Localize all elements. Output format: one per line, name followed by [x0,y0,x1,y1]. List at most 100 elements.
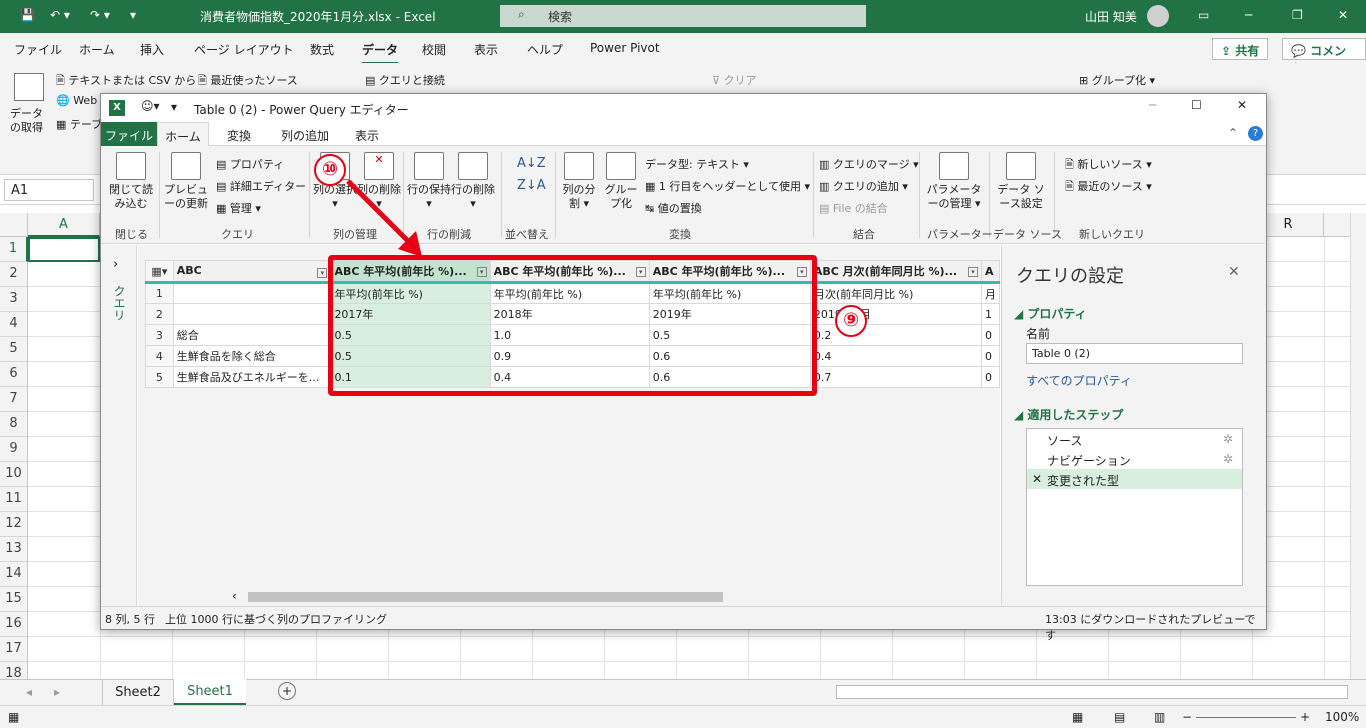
properties-button[interactable]: ▤ プロパティ [216,156,284,172]
pq-tab-transform[interactable]: 変換 [227,127,251,144]
menu-page-layout[interactable]: ページ レイアウト [194,41,294,58]
table-cell[interactable] [172,282,332,304]
select-all[interactable] [0,213,28,237]
table-cell[interactable]: 0 [980,324,1001,346]
group-button[interactable]: ⊞ グループ化 ▾ [1079,72,1155,88]
undo-icon[interactable]: ↶ ▾ [50,8,70,22]
ribbon-display-icon[interactable]: ▭ [1198,8,1209,22]
use-first-row-button[interactable]: ▦ 1 行目をヘッダーとして使用 ▾ [645,178,810,194]
add-sheet-icon[interactable]: + [278,682,296,700]
pq-tab-file[interactable]: ファイル [101,122,157,146]
text-csv-button[interactable]: 🗎 テキストまたは CSV から [56,72,196,91]
pq-minimize-icon[interactable]: ─ [1149,98,1156,112]
queries-connections-button[interactable]: ▤ クエリと接続 [365,72,445,88]
search-input[interactable]: ⌕ 検索 [500,5,866,27]
queries-label[interactable]: クエリ [111,285,128,321]
replace-values-button[interactable]: ↹ 値の置換 [645,200,702,216]
menu-insert[interactable]: 挿入 [140,41,164,58]
sheet-tab-sheet1[interactable]: Sheet1 [174,679,246,705]
row-number[interactable]: 3 [145,324,174,346]
restore-icon[interactable]: ❐ [1292,8,1303,22]
row-header[interactable]: 10 [0,462,28,487]
applied-steps-header[interactable]: ◢ 適用したステップ [1014,406,1123,423]
recent-sources-pq-button[interactable]: 🗎 最近のソース ▾ [1065,178,1152,197]
table-cell[interactable]: 0 [980,345,1001,367]
step-navigation[interactable]: ナビゲーション ✲ [1027,449,1242,469]
settings-close-icon[interactable]: ✕ [1228,264,1240,280]
page-layout-icon[interactable]: ▤ [1114,710,1125,724]
gear-icon[interactable]: ✲ [1223,432,1233,446]
row-header[interactable]: 9 [0,437,28,462]
table-cell[interactable]: 生鮮食品及びエネルギーを... [172,366,332,388]
zoom-level[interactable]: 100% [1325,710,1359,724]
row-header[interactable]: 17 [0,637,28,662]
zoom-in-icon[interactable]: + [1300,710,1310,724]
table-menu-icon[interactable]: ▦▾ [145,260,174,284]
save-icon[interactable]: 💾 [20,8,35,22]
status-profiling[interactable]: 上位 1000 行に基づく列のプロファイリング [165,611,387,627]
new-source-button[interactable]: 🗎 新しいソース ▾ [1065,156,1152,175]
sheet-tab-sheet2[interactable]: Sheet2 [102,680,174,705]
sort-ascending-icon[interactable]: A↓Z [517,156,546,171]
minimize-icon[interactable]: ─ [1245,8,1252,22]
manage-parameters-button[interactable]: パラメーターの管理 ▾ [923,152,985,211]
row-number[interactable]: 5 [145,366,174,388]
column-header-0[interactable]: ABC ▾ [172,260,332,284]
advanced-editor-button[interactable]: ▤ 詳細エディター [216,178,306,194]
get-data-button[interactable]: データの取得 [10,107,50,135]
step-changed-type[interactable]: ✕ 変更された型 [1027,469,1242,489]
menu-power-pivot[interactable]: Power Pivot [590,41,660,55]
scroll-right-icon[interactable]: ▸ [54,685,60,699]
table-cell[interactable]: 1 [980,303,1001,325]
delete-step-icon[interactable]: ✕ [1032,472,1042,486]
horizontal-scrollbar[interactable] [836,685,1348,699]
row-number[interactable]: 1 [145,282,174,304]
data-source-settings-button[interactable]: データ ソース設定 [993,152,1049,211]
row-header[interactable]: 14 [0,562,28,587]
table-cell[interactable]: 0.4 [809,345,982,367]
gear-icon[interactable]: ✲ [1223,452,1233,466]
row-header[interactable]: 5 [0,337,28,362]
redo-icon[interactable]: ↷ ▾ [90,8,110,22]
manage-button[interactable]: ▦ 管理 ▾ [216,200,261,216]
table-cell[interactable] [172,303,332,325]
comment-button[interactable]: 💬 コメント [1282,38,1366,75]
row-header[interactable]: 12 [0,512,28,537]
row-header[interactable]: 13 [0,537,28,562]
menu-file[interactable]: ファイル [14,41,62,58]
column-header-a[interactable]: A [28,213,100,237]
table-cell[interactable]: 0.7 [809,366,982,388]
column-header-5[interactable]: A [980,260,1001,284]
web-button[interactable]: 🌐 Web [56,94,97,107]
scroll-left-arrow-icon[interactable]: ‹ [232,589,237,603]
close-load-button[interactable]: 閉じて読み込む [107,152,155,211]
group-by-button[interactable]: グループ化 [601,152,641,211]
row-header[interactable]: 1 [0,237,28,262]
row-header[interactable]: 16 [0,612,28,637]
combine-files-button[interactable]: ▤ File の結合 [819,200,888,216]
row-number[interactable]: 4 [145,345,174,367]
pq-tab-home[interactable]: ホーム [157,122,209,147]
row-header[interactable]: 4 [0,312,28,337]
scrollbar-thumb[interactable] [248,592,723,602]
pq-tab-add-column[interactable]: 列の追加 [281,127,329,144]
append-queries-button[interactable]: ▥ クエリの追加 ▾ [819,178,908,194]
vertical-scrollbar[interactable] [1350,213,1366,679]
column-header-4[interactable]: ABC 月次(前年同月比 %)... ▾ [809,260,982,284]
table-cell[interactable]: 月 [980,282,1001,304]
query-name-input[interactable]: Table 0 (2) [1026,343,1243,364]
row-header[interactable]: 8 [0,412,28,437]
split-column-button[interactable]: 列の分割 ▾ [559,152,599,211]
page-break-icon[interactable]: ▥ [1154,710,1165,724]
menu-help[interactable]: ヘルプ [527,41,563,58]
pq-close-icon[interactable]: ✕ [1237,98,1247,112]
filter-dropdown-icon[interactable]: ▾ [317,268,328,278]
recent-sources-button[interactable]: 🗎 最近使ったソース [198,72,298,91]
menu-review[interactable]: 校閲 [422,41,446,58]
all-properties-link[interactable]: すべてのプロパティ [1026,372,1132,389]
zoom-slider[interactable] [1196,717,1296,718]
qat-dropdown-icon[interactable]: ▾ [171,100,177,114]
menu-view[interactable]: 表示 [474,41,498,58]
properties-header[interactable]: ◢ プロパティ [1014,305,1087,322]
customize-qat-icon[interactable]: ▾ [130,8,136,22]
